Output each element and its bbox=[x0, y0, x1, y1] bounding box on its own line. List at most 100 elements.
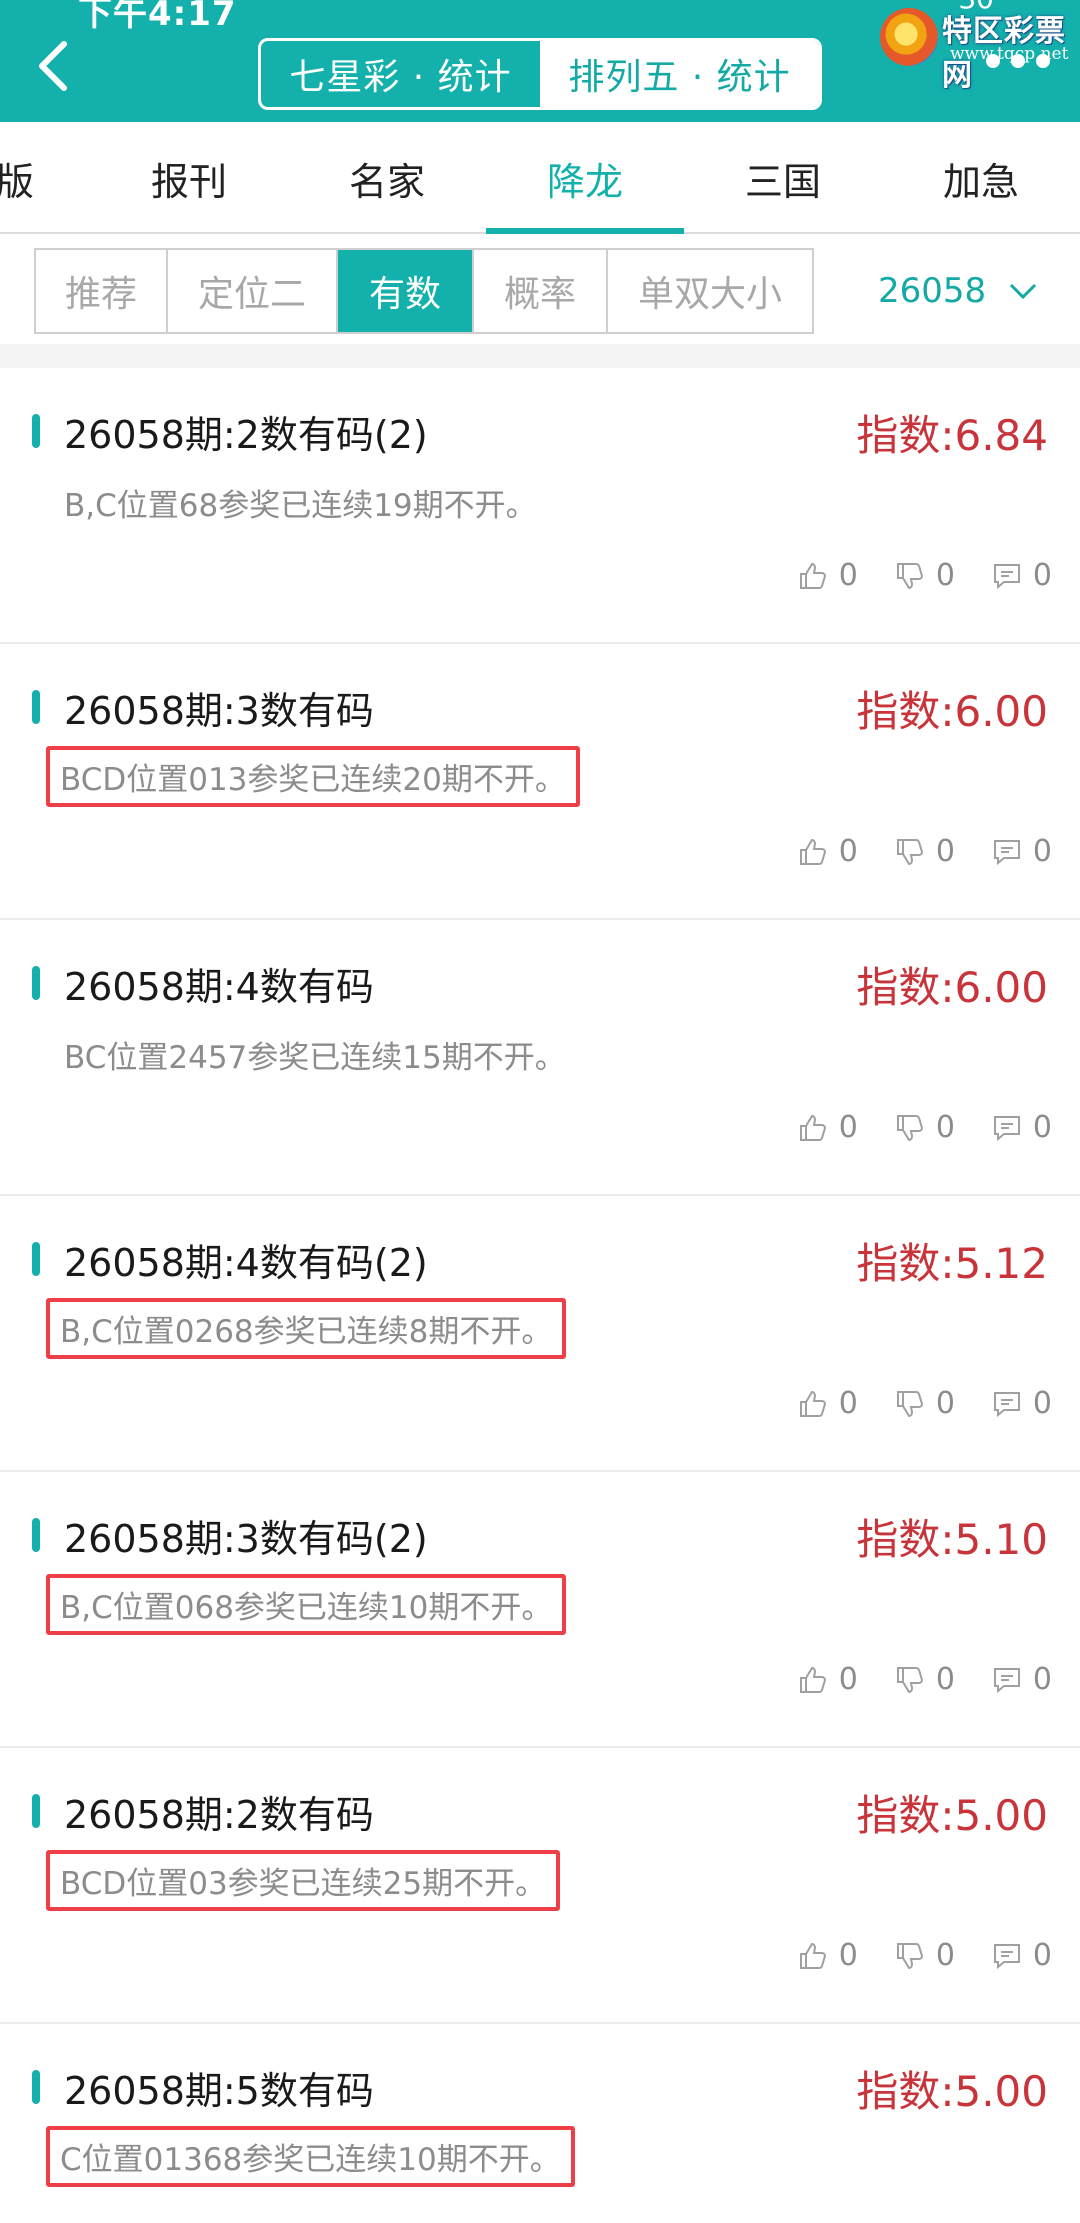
filter-bar: 推荐 定位二 有数 概率 单双大小 26058 bbox=[0, 236, 1080, 344]
item-title: 26058期:5数有码 bbox=[64, 2069, 374, 2113]
like-count: 0 bbox=[838, 1938, 858, 1973]
accent-bar bbox=[32, 2070, 40, 2104]
item-title: 26058期:3数有码(2) bbox=[64, 1517, 428, 1561]
item-actions: 0 0 0 bbox=[761, 558, 1052, 593]
dislike-button[interactable]: 0 bbox=[894, 834, 955, 869]
stat-list: 26058期:2数有码(2) 指数:6.84 B,C位置68参奖已连续19期不开… bbox=[0, 368, 1080, 2223]
list-item[interactable]: 26058期:4数有码(2) 指数:5.12 B,C位置0268参奖已连续8期不… bbox=[0, 1196, 1080, 1472]
list-item[interactable]: 26058期:3数有码(2) 指数:5.10 B,C位置068参奖已连续10期不… bbox=[0, 1472, 1080, 1748]
item-desc: B,C位置068参奖已连续10期不开。 bbox=[46, 1574, 567, 1635]
list-item[interactable]: 26058期:5数有码 指数:5.00 C位置01368参奖已连续10期不开。 bbox=[0, 2024, 1080, 2223]
filter-group: 推荐 定位二 有数 概率 单双大小 bbox=[34, 248, 814, 334]
status-time: 下午4:17 bbox=[78, 0, 237, 34]
comment-button[interactable]: 0 bbox=[991, 1662, 1052, 1697]
item-desc: BCD位置03参奖已连续25期不开。 bbox=[46, 1850, 561, 1911]
item-index: 指数:6.84 bbox=[856, 411, 1048, 460]
tab-baokan[interactable]: 报刊 bbox=[90, 122, 288, 234]
comment-button[interactable]: 0 bbox=[991, 834, 1052, 869]
thumbs-down-icon bbox=[896, 562, 923, 589]
comment-button[interactable]: 0 bbox=[991, 1110, 1052, 1145]
item-title: 26058期:2数有码(2) bbox=[64, 413, 428, 457]
accent-bar bbox=[32, 414, 40, 448]
item-actions: 0 0 0 bbox=[761, 1938, 1052, 1973]
like-button[interactable]: 0 bbox=[797, 1110, 858, 1145]
back-arrow-icon bbox=[39, 41, 67, 91]
like-count: 0 bbox=[838, 834, 858, 869]
watermark-url: www.tqcp.net bbox=[950, 44, 1069, 64]
thumbs-down-icon bbox=[896, 1942, 923, 1969]
dislike-button[interactable]: 0 bbox=[894, 1662, 955, 1697]
item-desc: BCD位置013参奖已连续20期不开。 bbox=[46, 746, 580, 807]
tab-xianglong[interactable]: 降龙 bbox=[486, 122, 684, 234]
thumbs-down-icon bbox=[896, 1390, 923, 1417]
comment-count: 0 bbox=[1032, 1386, 1052, 1421]
item-desc: C位置01368参奖已连续10期不开。 bbox=[46, 2126, 575, 2187]
tab-mingjia[interactable]: 名家 bbox=[288, 122, 486, 234]
dislike-button[interactable]: 0 bbox=[894, 558, 955, 593]
dislike-count: 0 bbox=[935, 1938, 955, 1973]
tab-jiaji[interactable]: 加急 bbox=[882, 122, 1080, 234]
item-title: 26058期:4数有码(2) bbox=[64, 1241, 428, 1285]
like-button[interactable]: 0 bbox=[797, 834, 858, 869]
dislike-count: 0 bbox=[935, 558, 955, 593]
segment-plw[interactable]: 排列五 · 统计 bbox=[540, 41, 819, 107]
thumbs-up-icon bbox=[799, 1942, 826, 1969]
comment-icon bbox=[993, 1943, 1020, 1969]
item-actions: 0 0 0 bbox=[761, 1110, 1052, 1145]
like-button[interactable]: 0 bbox=[797, 1386, 858, 1421]
dislike-count: 0 bbox=[935, 834, 955, 869]
like-button[interactable]: 0 bbox=[797, 1662, 858, 1697]
list-item[interactable]: 26058期:2数有码 指数:5.00 BCD位置03参奖已连续25期不开。 0… bbox=[0, 1748, 1080, 2024]
like-count: 0 bbox=[838, 1110, 858, 1145]
comment-icon bbox=[993, 839, 1020, 865]
list-item[interactable]: 26058期:3数有码 指数:6.00 BCD位置013参奖已连续20期不开。 … bbox=[0, 644, 1080, 920]
filter-danshuang[interactable]: 单双大小 bbox=[608, 250, 812, 332]
filter-gailv[interactable]: 概率 bbox=[474, 250, 608, 332]
comment-icon bbox=[993, 563, 1020, 589]
accent-bar bbox=[32, 966, 40, 1000]
app-header: 下午4:17 30 七星彩 · 统计 排列五 · 统计 特区彩票网 www.tq… bbox=[0, 0, 1080, 122]
item-index: 指数:6.00 bbox=[856, 687, 1048, 736]
item-index: 指数:5.00 bbox=[856, 2067, 1048, 2116]
chevron-down-icon bbox=[1010, 283, 1037, 300]
thumbs-down-icon bbox=[896, 1114, 923, 1141]
item-desc: BC位置2457参奖已连续15期不开。 bbox=[64, 1040, 566, 1076]
dislike-button[interactable]: 0 bbox=[894, 1110, 955, 1145]
list-item[interactable]: 26058期:4数有码 指数:6.00 BC位置2457参奖已连续15期不开。 … bbox=[0, 920, 1080, 1196]
comment-button[interactable]: 0 bbox=[991, 1386, 1052, 1421]
item-actions: 0 0 0 bbox=[761, 834, 1052, 869]
filter-youshu[interactable]: 有数 bbox=[338, 250, 474, 332]
dislike-button[interactable]: 0 bbox=[894, 1938, 955, 1973]
like-button[interactable]: 0 bbox=[797, 558, 858, 593]
accent-bar bbox=[32, 690, 40, 724]
segment-qxc[interactable]: 七星彩 · 统计 bbox=[261, 41, 540, 107]
comment-count: 0 bbox=[1032, 1938, 1052, 1973]
accent-bar bbox=[32, 1242, 40, 1276]
filter-dingwei[interactable]: 定位二 bbox=[168, 250, 338, 332]
item-title: 26058期:4数有码 bbox=[64, 965, 374, 1009]
comment-count: 0 bbox=[1032, 1110, 1052, 1145]
section-gap bbox=[0, 344, 1080, 368]
thumbs-up-icon bbox=[799, 838, 826, 865]
item-title: 26058期:3数有码 bbox=[64, 689, 374, 733]
dislike-button[interactable]: 0 bbox=[894, 1386, 955, 1421]
list-item[interactable]: 26058期:2数有码(2) 指数:6.84 B,C位置68参奖已连续19期不开… bbox=[0, 368, 1080, 644]
comment-count: 0 bbox=[1032, 834, 1052, 869]
comment-button[interactable]: 0 bbox=[991, 1938, 1052, 1973]
issue-select[interactable]: 26058 bbox=[878, 248, 1038, 334]
like-button[interactable]: 0 bbox=[797, 1938, 858, 1973]
lottery-switch: 七星彩 · 统计 排列五 · 统计 bbox=[258, 38, 822, 110]
item-index: 指数:5.10 bbox=[856, 1515, 1048, 1564]
thumbs-down-icon bbox=[896, 838, 923, 865]
filter-tuijian[interactable]: 推荐 bbox=[36, 250, 168, 332]
like-count: 0 bbox=[838, 1386, 858, 1421]
comment-icon bbox=[993, 1667, 1020, 1693]
watermark: 特区彩票网 www.tqcp.net bbox=[880, 4, 1070, 93]
back-button[interactable] bbox=[26, 36, 86, 96]
item-index: 指数:5.12 bbox=[856, 1239, 1048, 1288]
thumbs-up-icon bbox=[799, 1390, 826, 1417]
comment-button[interactable]: 0 bbox=[991, 558, 1052, 593]
tab-sanguo[interactable]: 三国 bbox=[684, 122, 882, 234]
comment-icon bbox=[993, 1115, 1020, 1141]
comment-count: 0 bbox=[1032, 1662, 1052, 1697]
